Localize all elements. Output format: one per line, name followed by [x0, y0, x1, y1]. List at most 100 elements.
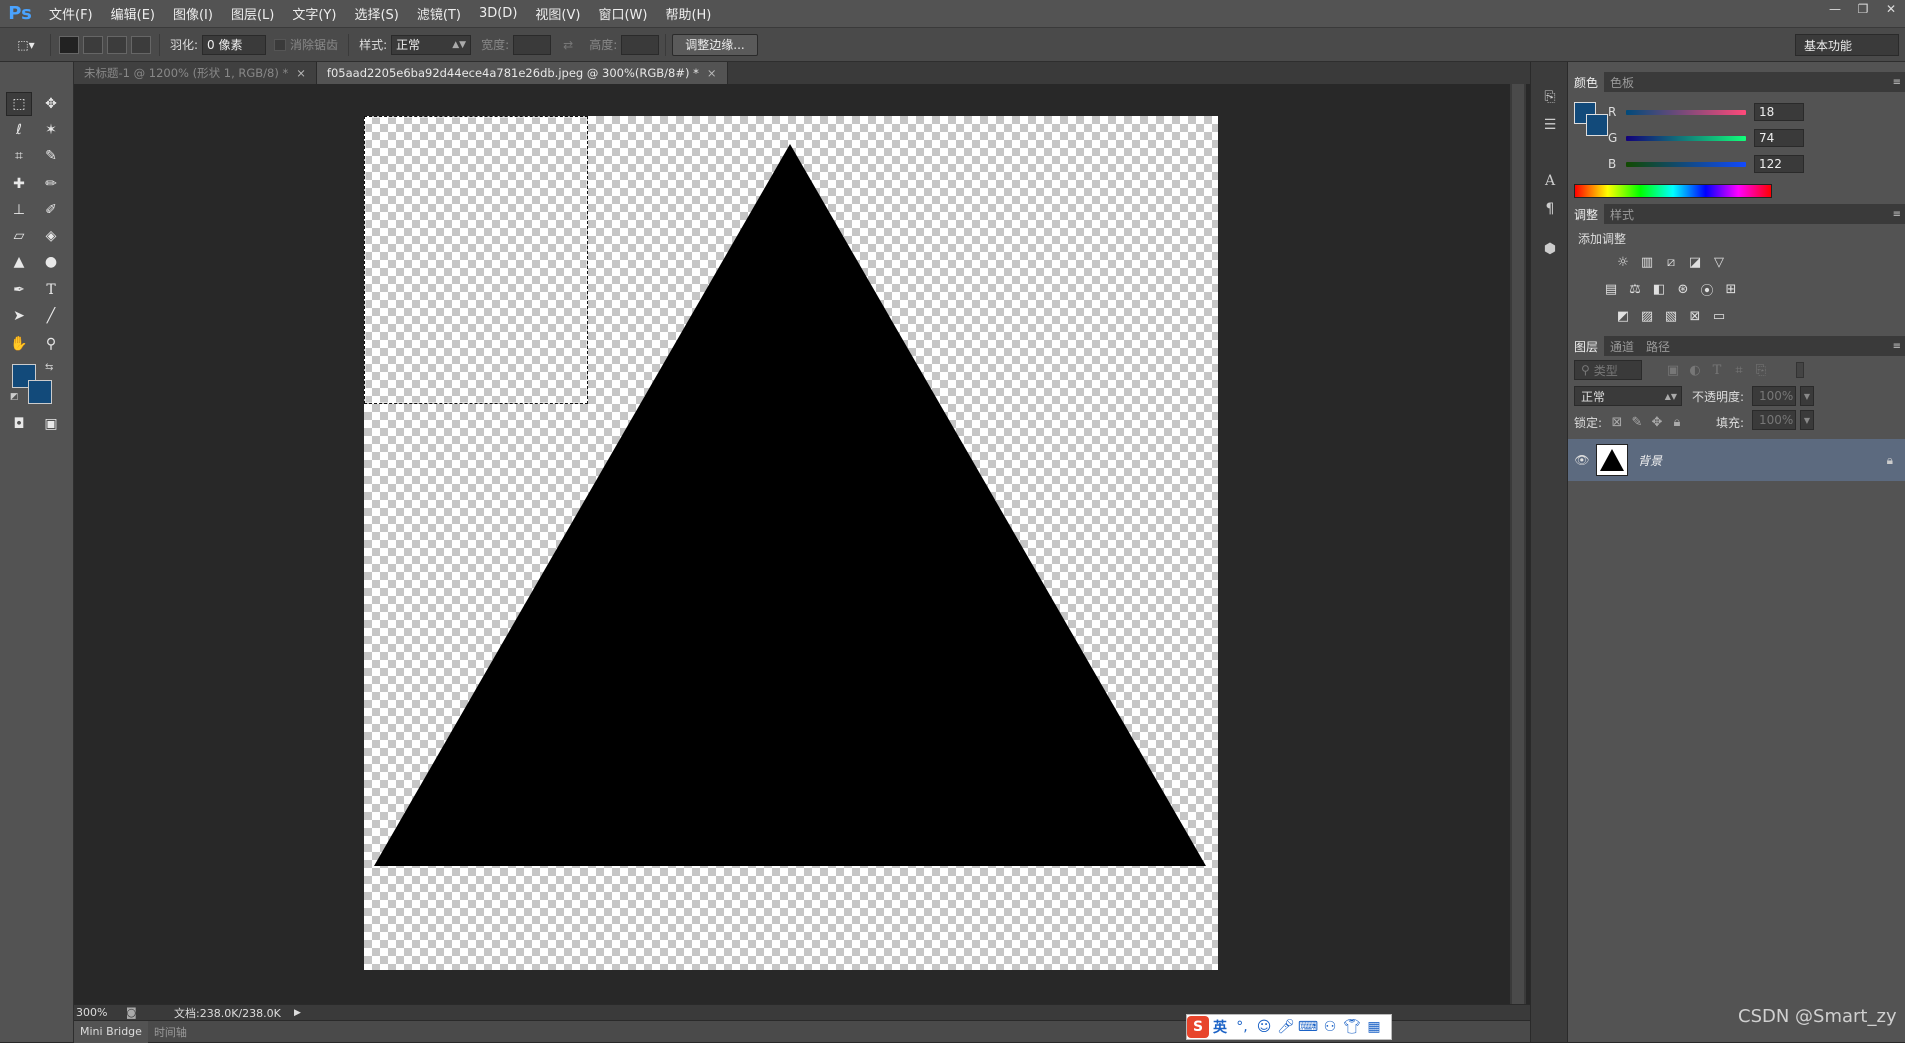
hue-saturation-adjustment-icon[interactable]: ▤: [1602, 281, 1620, 297]
green-value-input[interactable]: 74: [1754, 129, 1804, 147]
history-brush-tool-icon[interactable]: ✐: [38, 198, 64, 222]
3d-panel-icon[interactable]: ⬢: [1539, 238, 1561, 260]
color-panel-background-swatch[interactable]: [1586, 114, 1608, 136]
tab-color[interactable]: 颜色: [1568, 72, 1605, 92]
menu-edit[interactable]: 编辑(E): [102, 0, 164, 28]
tab-paths[interactable]: 路径: [1640, 336, 1676, 356]
lock-image-icon[interactable]: ✎: [1628, 414, 1646, 430]
black-white-adjustment-icon[interactable]: ◧: [1650, 281, 1668, 297]
menu-help[interactable]: 帮助(H): [656, 0, 720, 28]
tab-channels[interactable]: 通道: [1604, 336, 1640, 356]
magic-wand-tool-icon[interactable]: ✶: [38, 118, 64, 142]
close-icon[interactable]: ×: [296, 66, 306, 80]
tab-layers[interactable]: 图层: [1568, 336, 1605, 356]
tab-mini-bridge[interactable]: Mini Bridge: [74, 1020, 148, 1043]
layer-row-background[interactable]: 👁︎ 背景 🔒︎: [1568, 439, 1905, 481]
skin-icon[interactable]: 👕︎: [1341, 1016, 1363, 1038]
new-selection-icon[interactable]: [59, 35, 79, 54]
punctuation-icon[interactable]: °,: [1231, 1016, 1253, 1038]
restore-button[interactable]: ❐: [1849, 0, 1877, 18]
menu-image[interactable]: 图像(I): [164, 0, 222, 28]
photo-filter-adjustment-icon[interactable]: ⊛: [1674, 281, 1692, 297]
history-panel-icon[interactable]: ⎘: [1539, 86, 1561, 108]
lock-all-icon[interactable]: 🔒︎: [1668, 414, 1686, 430]
eye-visibility-icon[interactable]: 👁︎: [1568, 453, 1596, 467]
background-color-swatch[interactable]: [28, 380, 52, 404]
healing-brush-tool-icon[interactable]: ✚: [6, 172, 32, 196]
gradient-map-adjustment-icon[interactable]: ▭: [1710, 308, 1728, 324]
quick-mask-icon[interactable]: ◘: [6, 412, 32, 436]
microphone-icon[interactable]: 🎤︎: [1275, 1016, 1297, 1038]
user-icon[interactable]: ⚇: [1319, 1016, 1341, 1038]
marquee-selection[interactable]: [364, 116, 588, 404]
zoom-tool-icon[interactable]: ⚲: [38, 332, 64, 356]
default-colors-icon[interactable]: ◩: [10, 392, 19, 402]
paragraph-panel-icon[interactable]: ¶: [1539, 198, 1561, 220]
tab-jpeg-document[interactable]: f05aad2205e6ba92d44ece4a781e26db.jpeg @ …: [316, 62, 728, 84]
status-export-icon[interactable]: ◙: [126, 1006, 144, 1019]
menu-filter[interactable]: 滤镜(T): [408, 0, 470, 28]
panel-menu-icon[interactable]: ≡: [1893, 209, 1901, 220]
menu-window[interactable]: 窗口(W): [589, 0, 656, 28]
color-balance-adjustment-icon[interactable]: ⚖: [1626, 281, 1644, 297]
filter-toggle[interactable]: [1796, 362, 1804, 378]
menu-select[interactable]: 选择(S): [345, 0, 407, 28]
subtract-selection-icon[interactable]: [107, 35, 127, 54]
paint-bucket-tool-icon[interactable]: ◈: [38, 224, 64, 248]
filter-adjustment-icon[interactable]: ◐: [1686, 362, 1704, 378]
levels-adjustment-icon[interactable]: ▥: [1638, 254, 1656, 270]
type-tool-icon[interactable]: T: [38, 278, 64, 302]
width-input[interactable]: [513, 34, 552, 55]
add-selection-icon[interactable]: [83, 35, 103, 54]
crop-tool-icon[interactable]: ⌗: [6, 144, 32, 168]
feather-input[interactable]: 0 像素: [202, 34, 267, 55]
toolbox-icon[interactable]: ▦: [1363, 1016, 1385, 1038]
opacity-dropdown-icon[interactable]: ▼: [1800, 386, 1814, 406]
pen-tool-icon[interactable]: ✒: [6, 278, 32, 302]
panel-menu-icon[interactable]: ≡: [1893, 77, 1901, 88]
red-value-input[interactable]: 18: [1754, 103, 1804, 121]
selective-color-adjustment-icon[interactable]: ⊠: [1686, 308, 1704, 324]
fill-input[interactable]: 100%: [1752, 410, 1796, 430]
zoom-level[interactable]: 300%: [74, 1006, 126, 1019]
blue-slider[interactable]: [1626, 161, 1746, 167]
close-window-button[interactable]: ✕: [1877, 0, 1905, 18]
swap-colors-icon[interactable]: ⇆: [45, 362, 53, 373]
vibrance-adjustment-icon[interactable]: ▽: [1710, 254, 1728, 270]
red-slider[interactable]: [1626, 109, 1746, 115]
path-selection-tool-icon[interactable]: ➤: [6, 304, 32, 328]
filter-smart-object-icon[interactable]: ⎘: [1752, 362, 1770, 378]
opacity-input[interactable]: 100%: [1752, 386, 1796, 406]
hand-tool-icon[interactable]: ✋: [6, 332, 32, 356]
swap-icon[interactable]: ⇄: [563, 38, 573, 52]
lock-transparent-icon[interactable]: ⊠: [1608, 414, 1626, 430]
refine-edge-button[interactable]: 调整边缘...: [672, 33, 758, 56]
brush-tool-icon[interactable]: ✏: [38, 172, 64, 196]
channel-mixer-adjustment-icon[interactable]: ⦿: [1698, 281, 1716, 299]
layer-filter-kind-select[interactable]: ⚲ 类型: [1574, 360, 1642, 380]
tab-swatches[interactable]: 色板: [1604, 72, 1640, 92]
blend-mode-select[interactable]: 正常 ▲▼: [1574, 386, 1682, 406]
workspace-select[interactable]: 基本功能: [1795, 34, 1899, 56]
menu-layer[interactable]: 图层(L): [222, 0, 283, 28]
menu-3d[interactable]: 3D(D): [470, 0, 526, 28]
threshold-adjustment-icon[interactable]: ▧: [1662, 308, 1680, 324]
line-tool-icon[interactable]: ╱: [38, 304, 64, 328]
filter-type-icon[interactable]: T: [1708, 362, 1726, 378]
menu-file[interactable]: 文件(F): [40, 0, 102, 28]
blue-value-input[interactable]: 122: [1754, 155, 1804, 173]
properties-panel-icon[interactable]: ☰: [1539, 114, 1561, 136]
ime-language-toggle[interactable]: 英: [1209, 1016, 1231, 1038]
exposure-adjustment-icon[interactable]: ◪: [1686, 254, 1704, 270]
menu-view[interactable]: 视图(V): [526, 0, 589, 28]
antialias-checkbox[interactable]: [274, 38, 287, 51]
intersect-selection-icon[interactable]: [131, 35, 151, 54]
color-lookup-adjustment-icon[interactable]: ⊞: [1722, 281, 1740, 297]
tool-preset-picker[interactable]: ⬚▾: [8, 33, 44, 57]
height-input[interactable]: [621, 34, 660, 55]
style-select[interactable]: 正常 ▲▼: [391, 34, 472, 55]
posterize-adjustment-icon[interactable]: ▨: [1638, 308, 1656, 324]
dodge-tool-icon[interactable]: ●: [38, 250, 64, 274]
close-icon[interactable]: ×: [707, 66, 717, 80]
emoji-icon[interactable]: ☺: [1253, 1016, 1275, 1038]
